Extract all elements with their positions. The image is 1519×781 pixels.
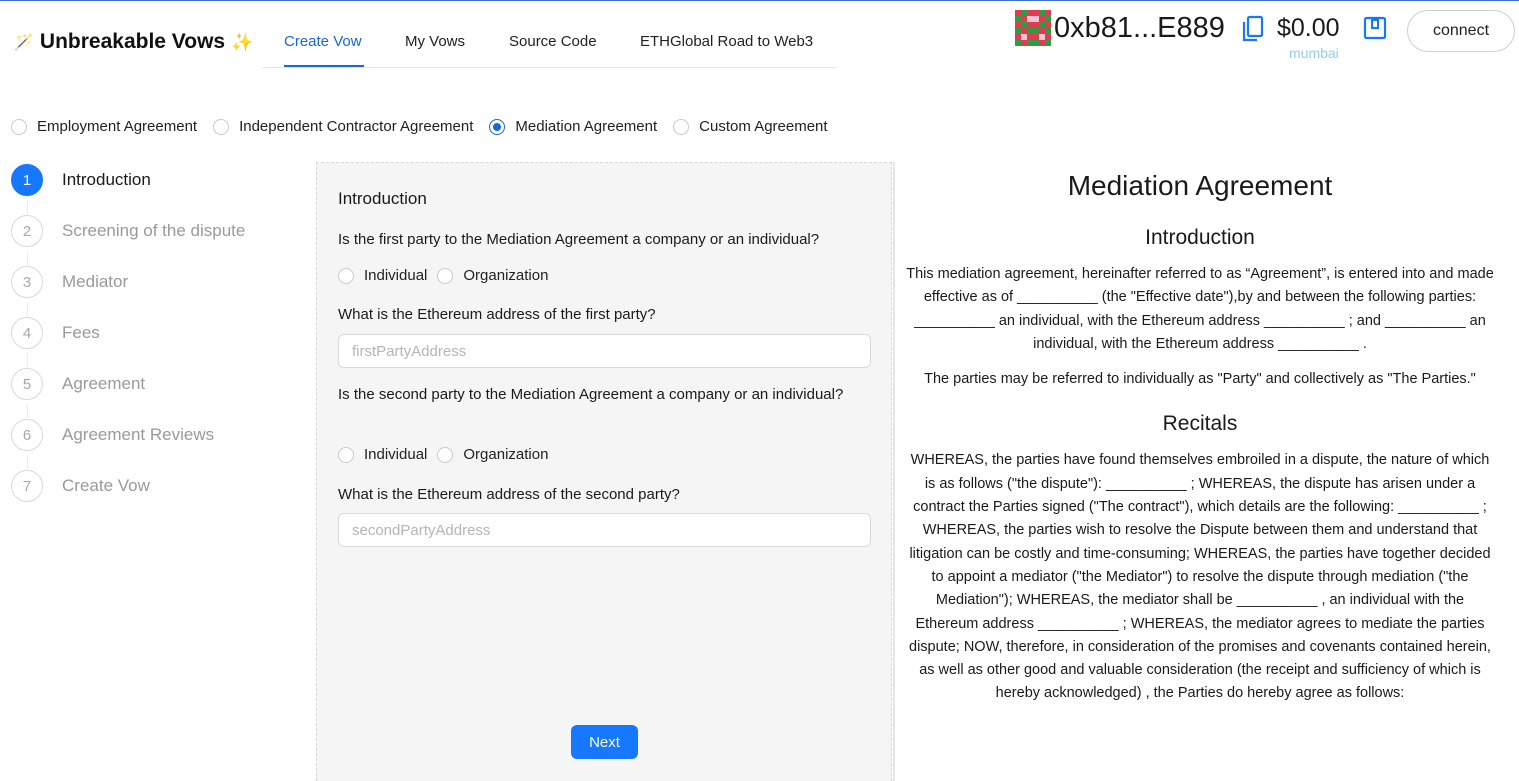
radio-button[interactable] bbox=[338, 267, 354, 284]
transaction-icon[interactable] bbox=[1363, 16, 1387, 40]
step-label: Fees bbox=[62, 323, 100, 342]
document-parties-paragraph: The parties may be referred to individua… bbox=[924, 371, 1476, 388]
step-introduction[interactable]: 1 Introduction bbox=[11, 162, 301, 198]
step-connector bbox=[27, 251, 28, 265]
agreement-type-independent-contractor[interactable]: Independent Contractor Agreement bbox=[213, 118, 473, 135]
step-label: Agreement bbox=[62, 374, 146, 393]
second-party-type-question: Is the second party to the Mediation Agr… bbox=[338, 386, 844, 403]
step-create-vow[interactable]: 7 Create Vow bbox=[11, 468, 301, 504]
agreement-type-employment[interactable]: Employment Agreement bbox=[11, 118, 197, 135]
magic-wand-icon: 🪄 bbox=[14, 34, 34, 51]
connect-button[interactable]: connect bbox=[1407, 10, 1515, 52]
second-party-address-question: What is the Ethereum address of the seco… bbox=[338, 486, 680, 503]
step-connector bbox=[27, 353, 28, 367]
step-mediator[interactable]: 3 Mediator bbox=[11, 264, 301, 300]
agreement-type-custom[interactable]: Custom Agreement bbox=[673, 118, 828, 135]
step-label: Mediator bbox=[62, 272, 129, 291]
tab-my-vows[interactable]: My Vows bbox=[405, 33, 465, 50]
second-party-address-input[interactable] bbox=[338, 513, 871, 547]
top-nav: Create Vow My Vows Source Code ETHGlobal… bbox=[262, 17, 836, 68]
tab-create-vow[interactable]: Create Vow bbox=[284, 33, 362, 50]
step-fees[interactable]: 4 Fees bbox=[11, 315, 301, 351]
document-section-heading-introduction: Introduction bbox=[1145, 226, 1255, 249]
form-panel: Introduction Is the first party to the M… bbox=[316, 162, 892, 781]
tab-source-code[interactable]: Source Code bbox=[509, 33, 597, 50]
step-number: 5 bbox=[11, 368, 43, 400]
second-party-individual-option[interactable]: Individual bbox=[338, 446, 427, 463]
second-party-organization-option[interactable]: Organization bbox=[437, 446, 548, 463]
identicon-avatar bbox=[1015, 10, 1051, 46]
step-connector bbox=[27, 200, 28, 214]
form-section-title: Introduction bbox=[338, 189, 427, 208]
copy-icon[interactable] bbox=[1241, 15, 1265, 43]
second-party-type-radio-group: Individual Organization bbox=[338, 446, 558, 463]
radio-label: Mediation Agreement bbox=[515, 118, 658, 135]
step-number: 1 bbox=[11, 164, 43, 196]
step-connector bbox=[27, 455, 28, 469]
radio-label: Custom Agreement bbox=[699, 118, 828, 135]
app-brand[interactable]: 🪄 Unbreakable Vows ✨ bbox=[14, 30, 254, 54]
step-number: 2 bbox=[11, 215, 43, 247]
radio-button[interactable] bbox=[437, 267, 454, 284]
step-agreement-reviews[interactable]: 6 Agreement Reviews bbox=[11, 417, 301, 453]
step-label: Screening of the dispute bbox=[62, 221, 246, 240]
wallet-balance: $0.00 bbox=[1277, 14, 1340, 42]
radio-button[interactable] bbox=[437, 446, 454, 463]
step-number: 6 bbox=[11, 419, 43, 451]
step-label: Agreement Reviews bbox=[62, 425, 215, 444]
radio-button[interactable] bbox=[673, 118, 690, 135]
network-name: mumbai bbox=[1289, 45, 1339, 61]
step-connector bbox=[27, 302, 28, 316]
step-agreement[interactable]: 5 Agreement bbox=[11, 366, 301, 402]
document-title: Mediation Agreement bbox=[1067, 170, 1333, 201]
wallet-address[interactable]: 0xb81...E889 bbox=[1054, 12, 1225, 45]
radio-button[interactable] bbox=[213, 118, 230, 135]
first-party-type-radio-group: Individual Organization bbox=[338, 267, 558, 284]
radio-button-selected[interactable] bbox=[489, 118, 506, 135]
agreement-type-radio-group: Employment Agreement Independent Contrac… bbox=[11, 118, 844, 135]
tab-ethglobal-road-to-web3[interactable]: ETHGlobal Road to Web3 bbox=[640, 33, 813, 50]
radio-label: Independent Contractor Agreement bbox=[239, 118, 474, 135]
radio-button[interactable] bbox=[11, 118, 27, 135]
radio-label: Individual bbox=[364, 446, 428, 463]
first-party-address-input[interactable] bbox=[338, 334, 871, 368]
radio-label: Organization bbox=[463, 267, 549, 284]
step-label: Create Vow bbox=[62, 476, 150, 495]
first-party-individual-option[interactable]: Individual bbox=[338, 267, 427, 284]
radio-label: Organization bbox=[463, 446, 549, 463]
radio-label: Individual bbox=[364, 267, 428, 284]
first-party-type-question: Is the first party to the Mediation Agre… bbox=[338, 231, 820, 248]
step-screening-of-the-dispute[interactable]: 2 Screening of the dispute bbox=[11, 213, 301, 249]
radio-button[interactable] bbox=[338, 446, 354, 463]
step-label: Introduction bbox=[62, 170, 151, 189]
step-number: 7 bbox=[11, 470, 43, 502]
next-button[interactable]: Next bbox=[571, 725, 638, 759]
agreement-preview: Mediation Agreement Introduction This me… bbox=[905, 162, 1495, 781]
active-tab-indicator bbox=[284, 65, 364, 67]
app-title: Unbreakable Vows bbox=[39, 30, 226, 53]
step-connector bbox=[27, 404, 28, 418]
agreement-type-mediation[interactable]: Mediation Agreement bbox=[489, 118, 657, 135]
step-number: 3 bbox=[11, 266, 43, 298]
document-recitals-paragraph: WHEREAS, the parties have found themselv… bbox=[909, 452, 1491, 702]
panel-divider[interactable] bbox=[893, 162, 895, 781]
first-party-address-question: What is the Ethereum address of the firs… bbox=[338, 306, 656, 323]
step-number: 4 bbox=[11, 317, 43, 349]
document-section-heading-recitals: Recitals bbox=[1162, 412, 1238, 436]
sparkles-icon: ✨ bbox=[231, 31, 254, 52]
first-party-organization-option[interactable]: Organization bbox=[437, 267, 548, 284]
window-top-border bbox=[0, 0, 1519, 1]
document-intro-paragraph: This mediation agreement, hereinafter re… bbox=[906, 266, 1494, 352]
radio-label: Employment Agreement bbox=[37, 118, 198, 135]
